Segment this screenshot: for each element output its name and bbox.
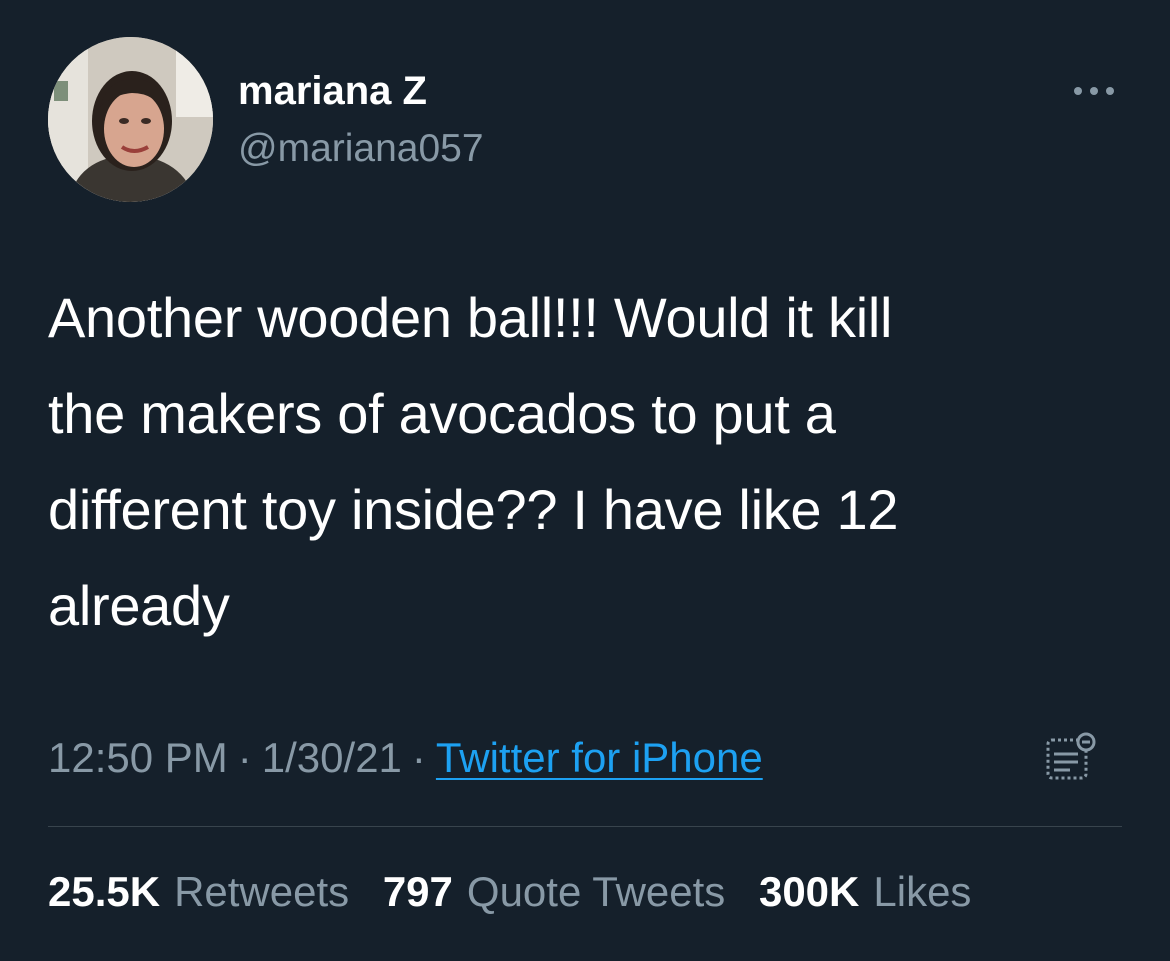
likes-count: 300K xyxy=(758,868,860,915)
quote-tweets-stat[interactable]: 797 Quote Tweets xyxy=(383,868,725,915)
likes-label: Likes xyxy=(873,868,972,915)
quote-tweets-label: Quote Tweets xyxy=(466,868,726,915)
author-display-name[interactable]: mariana Z xyxy=(238,68,427,114)
author-handle[interactable]: @mariana057 xyxy=(238,126,484,172)
tweet-detail: mariana Z @mariana057 Another wooden bal… xyxy=(0,0,1170,961)
likes-stat[interactable]: 300K Likes xyxy=(759,868,971,915)
separator: · xyxy=(237,734,252,781)
more-dots-icon xyxy=(1074,87,1114,95)
more-options-button[interactable] xyxy=(1068,76,1120,106)
quote-tweets-count: 797 xyxy=(382,868,453,915)
retweets-label: Retweets xyxy=(174,868,350,915)
separator: · xyxy=(411,734,426,781)
tweet-text: Another wooden ball!!! Would it kill the… xyxy=(48,286,899,637)
analytics-button[interactable] xyxy=(1040,732,1102,784)
retweets-count: 25.5K xyxy=(48,868,161,915)
divider xyxy=(48,826,1122,827)
tweet-metadata: 12:50 PM · 1/30/21 · Twitter for iPhone xyxy=(48,732,763,784)
avatar[interactable] xyxy=(48,37,213,202)
analytics-icon xyxy=(1046,732,1096,780)
tweet-stats: 25.5K Retweets 797 Quote Tweets 300K Likes xyxy=(48,866,993,918)
tweet-date[interactable]: 1/30/21 xyxy=(262,734,402,781)
profile-photo-icon xyxy=(48,37,213,202)
tweet-source-link[interactable]: Twitter for iPhone xyxy=(436,734,763,781)
retweets-stat[interactable]: 25.5K Retweets xyxy=(48,868,349,915)
tweet-time[interactable]: 12:50 PM xyxy=(48,734,228,781)
